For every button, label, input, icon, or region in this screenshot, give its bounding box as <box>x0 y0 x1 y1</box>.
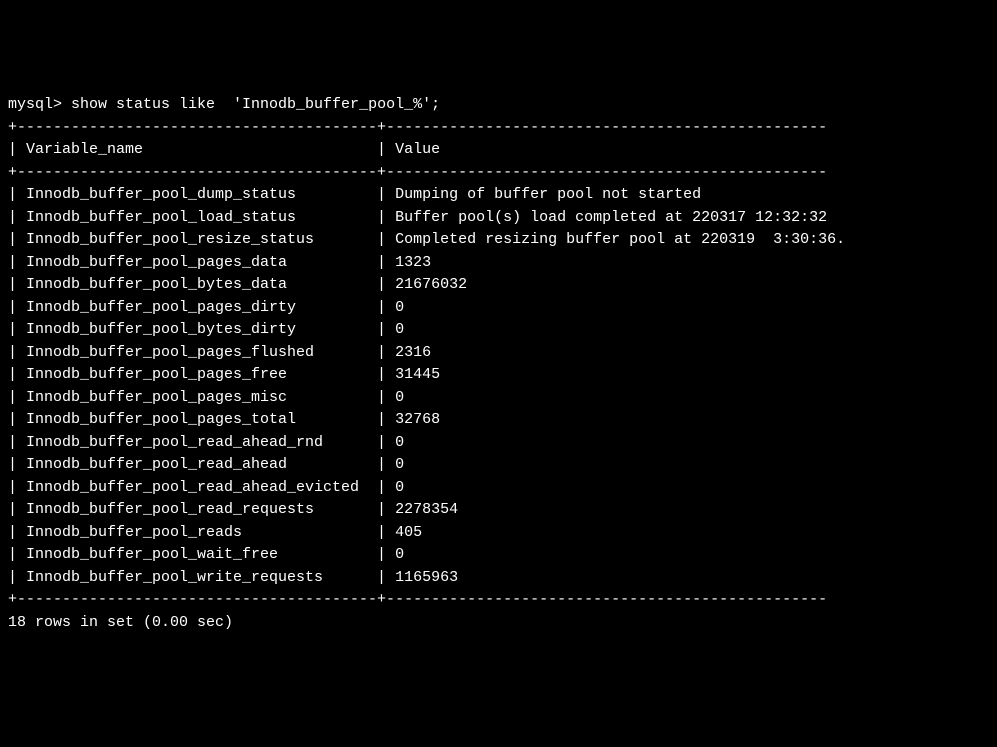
mysql-prompt: mysql> <box>8 96 71 113</box>
table-header-row: | Variable_name | Value <box>8 141 440 158</box>
table-body: | Innodb_buffer_pool_dump_status | Dumpi… <box>8 186 845 586</box>
sql-command: show status like 'Innodb_buffer_pool_%'; <box>71 96 440 113</box>
terminal-output[interactable]: mysql> show status like 'Innodb_buffer_p… <box>8 94 989 634</box>
table-separator-mid: +---------------------------------------… <box>8 164 827 181</box>
result-footer: 18 rows in set (0.00 sec) <box>8 614 233 631</box>
table-separator-bottom: +---------------------------------------… <box>8 591 827 608</box>
table-separator-top: +---------------------------------------… <box>8 119 827 136</box>
